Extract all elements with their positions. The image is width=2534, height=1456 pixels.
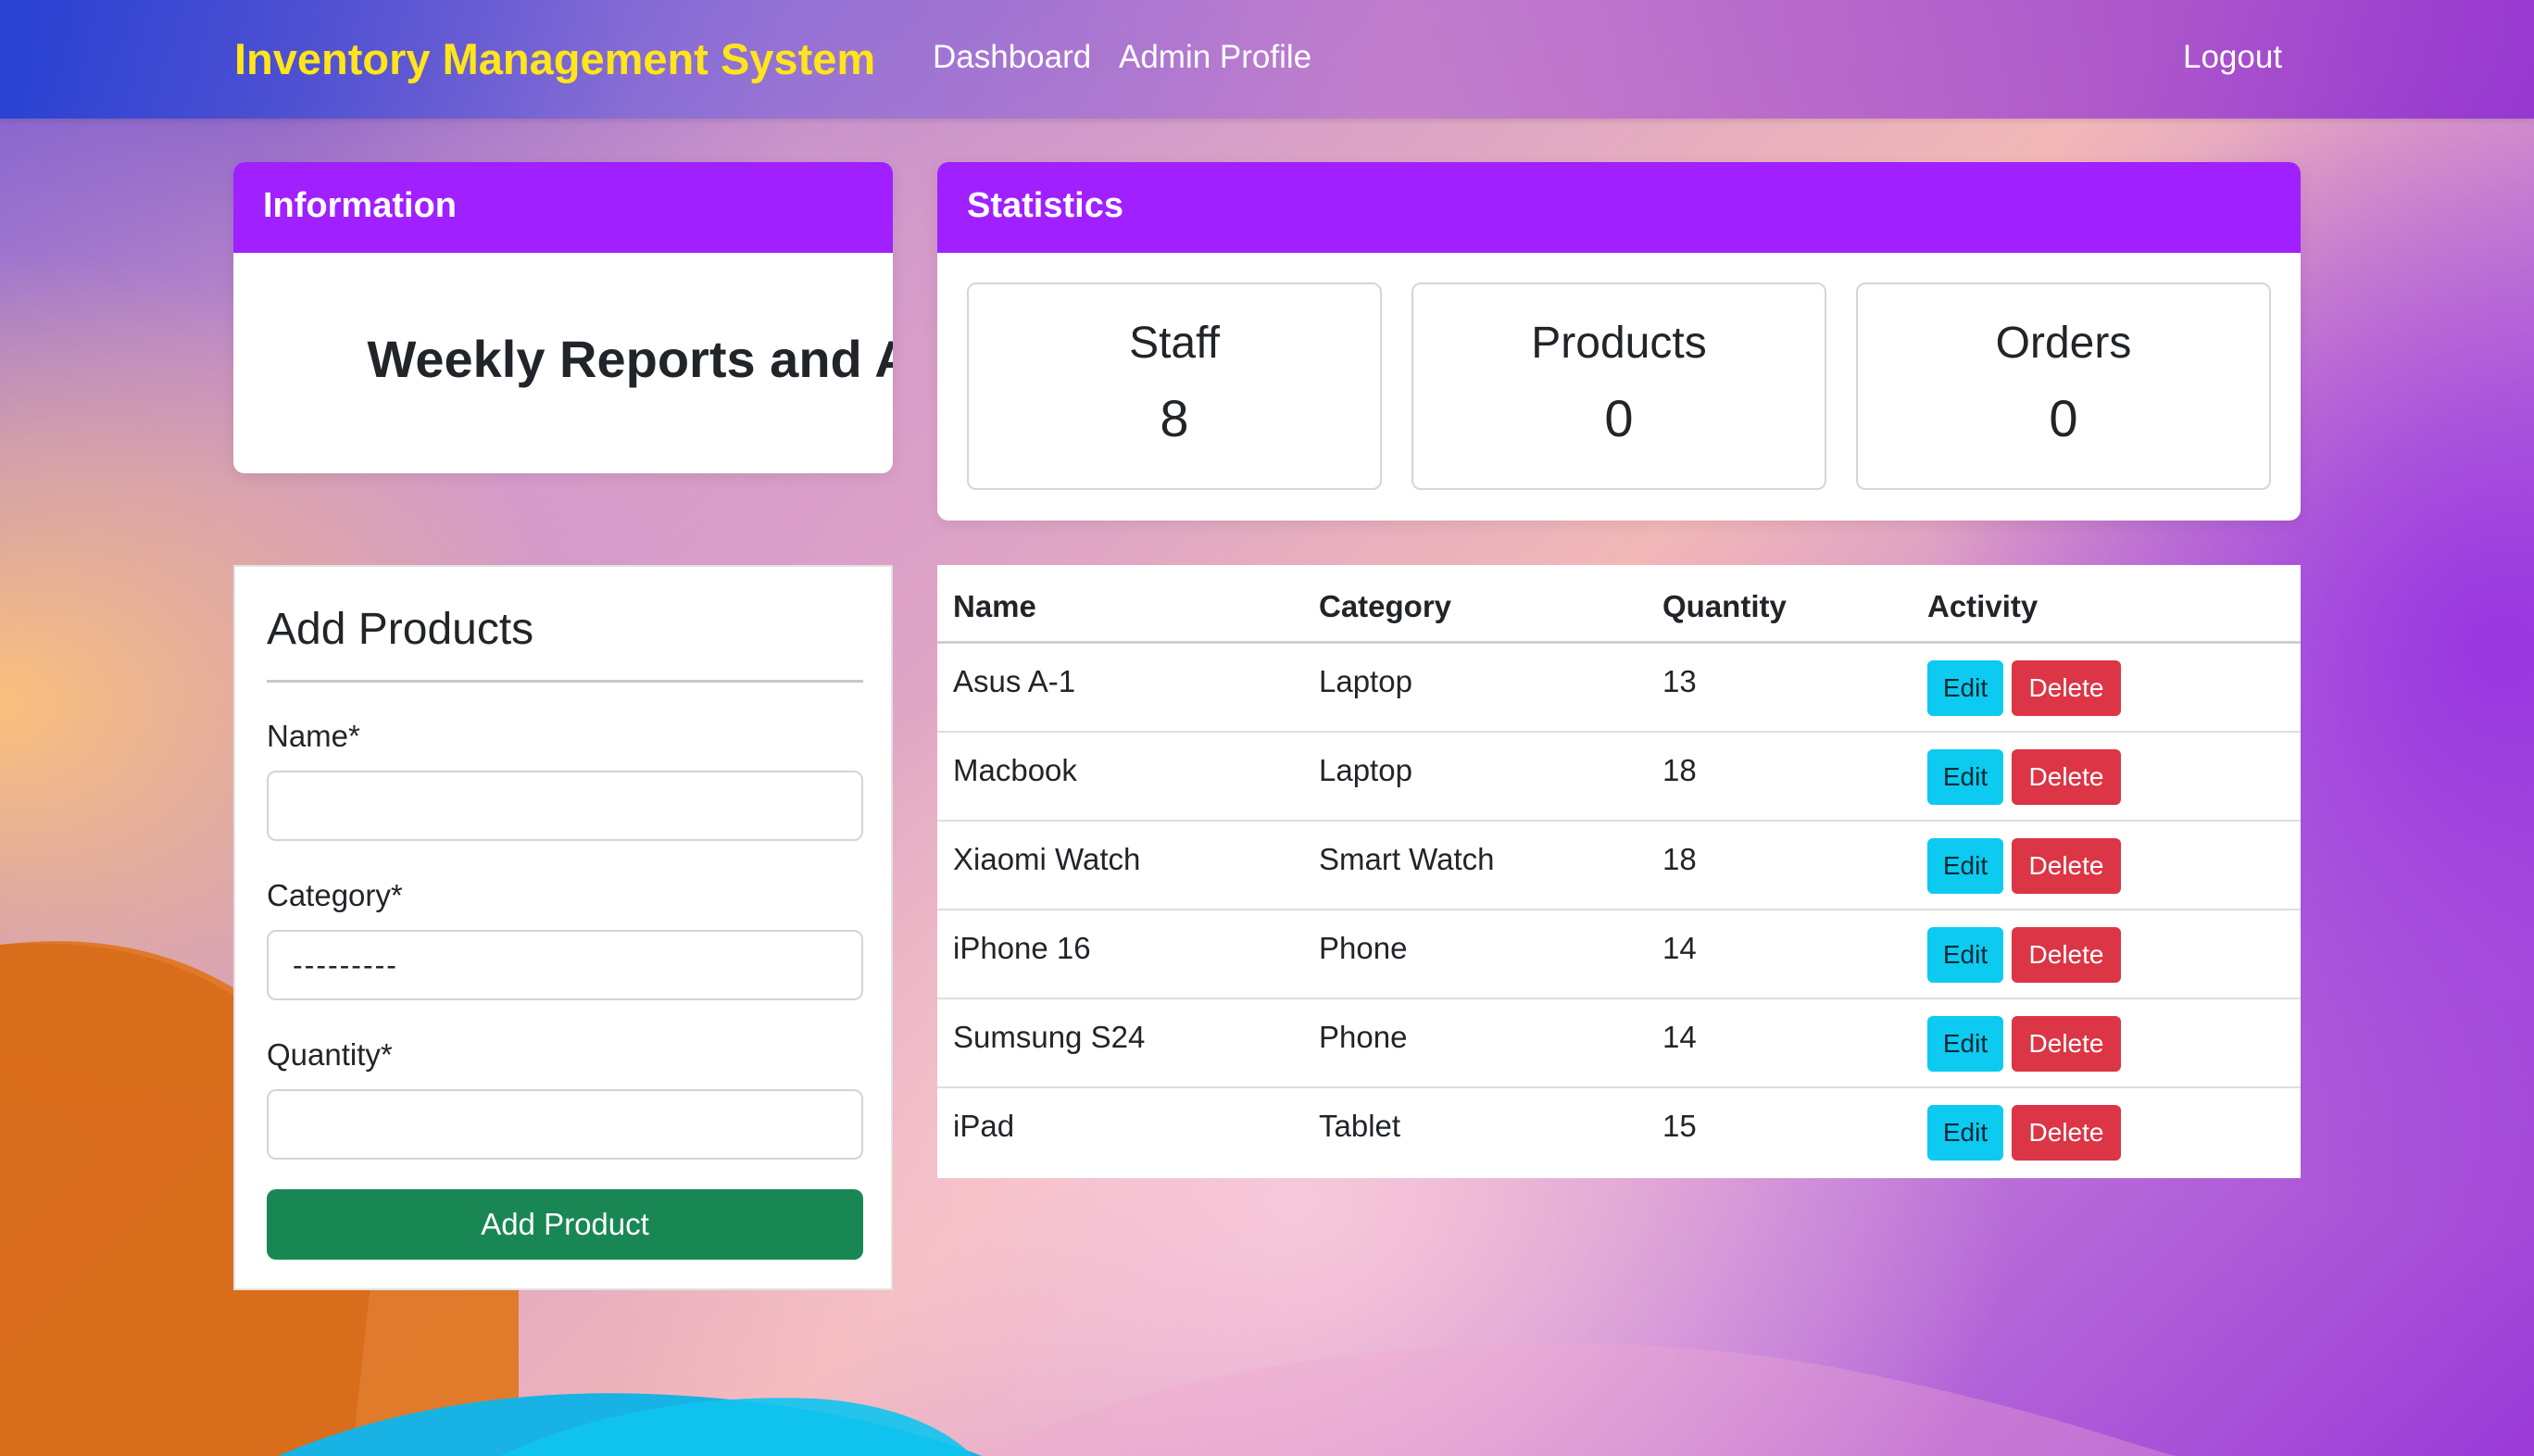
cell-name: Xiaomi Watch bbox=[953, 842, 1141, 876]
information-marquee: Weekly Reports and Analyzes bbox=[261, 329, 893, 403]
cell-category: Laptop bbox=[1319, 664, 1412, 698]
category-label: Category* bbox=[267, 878, 403, 912]
cell-category: Phone bbox=[1319, 1020, 1408, 1054]
information-card: Information Weekly Reports and Analyzes bbox=[233, 162, 893, 473]
cell-quantity: 14 bbox=[1662, 1020, 1697, 1054]
delete-button[interactable]: Delete bbox=[2012, 838, 2121, 894]
cell-name: Macbook bbox=[953, 753, 1077, 787]
column-header-quantity: Quantity bbox=[1662, 589, 1787, 623]
stat-label: Products bbox=[1531, 319, 1707, 368]
stat-label: Staff bbox=[1129, 319, 1220, 368]
name-input[interactable] bbox=[267, 771, 863, 841]
marquee-text: Weekly Reports and Analyzes bbox=[367, 330, 893, 388]
delete-button[interactable]: Delete bbox=[2012, 660, 2121, 716]
products-table: Name Category Quantity Activity Asus A-1… bbox=[937, 565, 2301, 1178]
navbar: Inventory Management System Dashboard Ad… bbox=[0, 0, 2534, 119]
table-row: Asus A-1 Laptop 13 Edit Delete bbox=[937, 644, 2301, 733]
nav-dashboard-link[interactable]: Dashboard bbox=[933, 39, 1091, 76]
add-product-button[interactable]: Add Product bbox=[267, 1189, 863, 1260]
quantity-input[interactable] bbox=[267, 1089, 863, 1160]
category-select[interactable]: --------- bbox=[267, 930, 863, 1000]
edit-button[interactable]: Edit bbox=[1927, 1105, 2003, 1161]
edit-button[interactable]: Edit bbox=[1927, 1016, 2003, 1072]
cell-quantity: 13 bbox=[1662, 664, 1697, 698]
table-row: Xiaomi Watch Smart Watch 18 Edit Delete bbox=[937, 822, 2301, 910]
delete-button[interactable]: Delete bbox=[2012, 1105, 2121, 1161]
logout-link[interactable]: Logout bbox=[2183, 39, 2282, 76]
cell-name: iPhone 16 bbox=[953, 931, 1091, 965]
information-header: Information bbox=[233, 162, 893, 253]
cell-category: Phone bbox=[1319, 931, 1408, 965]
stat-staff: Staff 8 bbox=[967, 282, 1382, 490]
category-selected-value: --------- bbox=[293, 948, 398, 982]
edit-button[interactable]: Edit bbox=[1927, 660, 2003, 716]
statistics-header: Statistics bbox=[937, 162, 2301, 253]
stat-value: 8 bbox=[1160, 389, 1189, 447]
table-row: iPhone 16 Phone 14 Edit Delete bbox=[937, 910, 2301, 999]
cell-name: iPad bbox=[953, 1109, 1015, 1143]
form-title: Add Products bbox=[267, 605, 534, 654]
table-row: iPad Tablet 15 Edit Delete bbox=[937, 1088, 2301, 1177]
cell-category: Smart Watch bbox=[1319, 842, 1495, 876]
name-label: Name* bbox=[267, 719, 360, 753]
edit-button[interactable]: Edit bbox=[1927, 927, 2003, 983]
quantity-label: Quantity* bbox=[267, 1037, 393, 1072]
brand-title[interactable]: Inventory Management System bbox=[234, 33, 875, 84]
column-header-name: Name bbox=[953, 589, 1036, 623]
table-row: Sumsung S24 Phone 14 Edit Delete bbox=[937, 999, 2301, 1088]
edit-button[interactable]: Edit bbox=[1927, 838, 2003, 894]
cell-category: Tablet bbox=[1319, 1109, 1401, 1143]
cell-quantity: 14 bbox=[1662, 931, 1697, 965]
cell-name: Sumsung S24 bbox=[953, 1020, 1146, 1054]
delete-button[interactable]: Delete bbox=[2012, 927, 2121, 983]
stat-value: 0 bbox=[1604, 389, 1634, 447]
table-row: Macbook Laptop 18 Edit Delete bbox=[937, 733, 2301, 822]
delete-button[interactable]: Delete bbox=[2012, 749, 2121, 805]
nav-admin-profile-link[interactable]: Admin Profile bbox=[1119, 39, 1311, 76]
cell-quantity: 18 bbox=[1662, 842, 1697, 876]
stat-products: Products 0 bbox=[1411, 282, 1826, 490]
column-header-activity: Activity bbox=[1927, 589, 2038, 623]
statistics-card: Statistics Staff 8 Products 0 Orders 0 bbox=[937, 162, 2301, 521]
cell-category: Laptop bbox=[1319, 753, 1412, 787]
stat-label: Orders bbox=[1995, 319, 2132, 368]
form-divider bbox=[267, 680, 863, 683]
stat-orders: Orders 0 bbox=[1856, 282, 2271, 490]
cell-name: Asus A-1 bbox=[953, 664, 1076, 698]
edit-button[interactable]: Edit bbox=[1927, 749, 2003, 805]
cell-quantity: 18 bbox=[1662, 753, 1697, 787]
cell-quantity: 15 bbox=[1662, 1109, 1697, 1143]
stat-value: 0 bbox=[2049, 389, 2078, 447]
delete-button[interactable]: Delete bbox=[2012, 1016, 2121, 1072]
column-header-category: Category bbox=[1319, 589, 1452, 623]
add-products-form: Add Products Name* Category* --------- Q… bbox=[233, 565, 893, 1290]
